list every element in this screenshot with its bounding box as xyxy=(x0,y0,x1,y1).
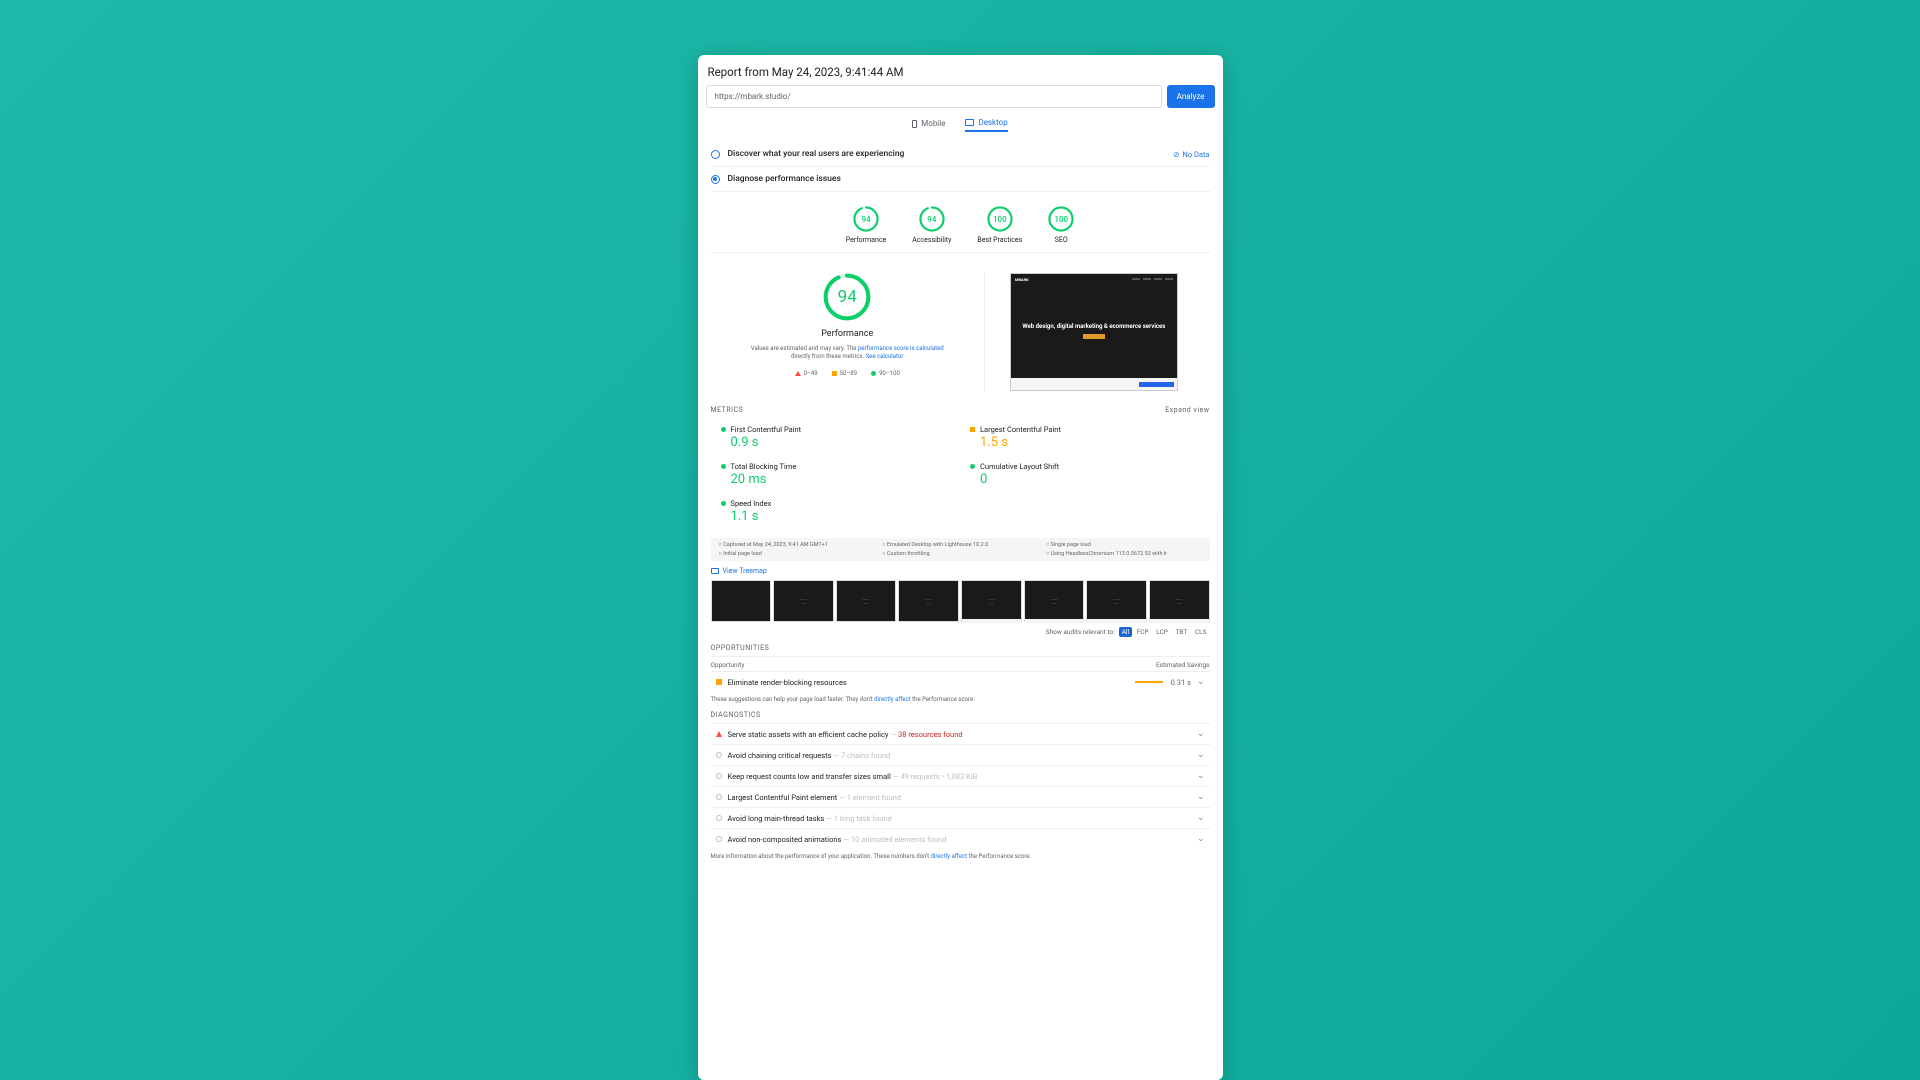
chevron-down-icon: ⌄ xyxy=(1197,677,1205,687)
gauge-seo[interactable]: 100SEO xyxy=(1048,206,1074,244)
filmstrip-frame[interactable]: ————— xyxy=(1024,580,1085,622)
metric-speed-index: Speed Index1.1 s xyxy=(711,493,961,530)
diagnostic-row[interactable]: Avoid chaining critical requests — 7 cha… xyxy=(711,744,1210,765)
metric-largest-contentful-paint: Largest Contentful Paint1.5 s xyxy=(960,419,1210,456)
discover-section[interactable]: Discover what your real users are experi… xyxy=(711,142,1210,167)
device-tabs: Mobile Desktop xyxy=(706,118,1215,132)
chevron-down-icon: ⌄ xyxy=(1197,729,1205,739)
status-icon xyxy=(716,815,722,821)
env-item: Using HeadlessChromium 113.0.5672.92 wit… xyxy=(1046,551,1202,557)
environment-info: Captured at May 24, 2023, 9:41 AM GMT+1 E… xyxy=(711,538,1210,561)
diagnostic-row[interactable]: Serve static assets with an efficient ca… xyxy=(711,723,1210,744)
filmstrip-frame[interactable]: ————— xyxy=(961,580,1022,622)
filmstrip-frame[interactable]: ————— xyxy=(898,580,959,622)
treemap-icon xyxy=(711,568,719,574)
report-card: Report from May 24, 2023, 9:41:44 AM Ana… xyxy=(698,55,1223,1080)
chevron-down-icon: ⌄ xyxy=(1197,750,1205,760)
env-item: Custom throttling xyxy=(882,551,1038,557)
status-icon xyxy=(716,794,722,800)
status-icon xyxy=(716,731,722,737)
metrics-grid: First Contentful Paint0.9 sLargest Conte… xyxy=(711,419,1210,530)
env-item: Initial page load xyxy=(719,551,875,557)
diagnostic-row[interactable]: Avoid non-composited animations — 10 ani… xyxy=(711,828,1210,849)
filmstrip-frame[interactable]: ————— xyxy=(773,580,834,622)
filmstrip-frame[interactable] xyxy=(711,580,772,622)
status-icon xyxy=(716,679,722,685)
metric-total-blocking-time: Total Blocking Time20 ms xyxy=(711,456,961,493)
filmstrip-frame[interactable]: ————— xyxy=(1086,580,1147,622)
chevron-down-icon: ⌄ xyxy=(1197,792,1205,802)
gauge-best-practices[interactable]: 100Best Practices xyxy=(977,206,1022,244)
legend-pass: 90–100 xyxy=(871,370,900,377)
page-screenshot: MBARK Web design, digital marketing & ec… xyxy=(1010,273,1210,391)
diagnostics-note: More information about the performance o… xyxy=(711,853,1210,860)
disclaimer: Values are estimated and may vary. The p… xyxy=(747,345,947,362)
desktop-icon xyxy=(965,119,974,126)
chevron-down-icon: ⌄ xyxy=(1197,813,1205,823)
diagnostic-row[interactable]: Largest Contentful Paint element — 1 ele… xyxy=(711,786,1210,807)
env-item: Emulated Desktop with Lighthouse 10.2.0 xyxy=(882,542,1038,548)
score-legend: 0–49 50–89 90–100 xyxy=(795,370,900,377)
filmstrip-frame[interactable]: ————— xyxy=(836,580,897,622)
env-item: Captured at May 24, 2023, 9:41 AM GMT+1 xyxy=(719,542,875,548)
radio-selected-icon xyxy=(711,175,720,184)
filter-chip-lcp[interactable]: LCP xyxy=(1153,627,1171,637)
tab-mobile[interactable]: Mobile xyxy=(912,118,945,132)
status-icon xyxy=(716,836,722,842)
legend-fail: 0–49 xyxy=(795,370,818,377)
performance-detail: 94 Performance Values are estimated and … xyxy=(711,273,1210,391)
performance-gauge-large: 94 xyxy=(823,273,871,321)
legend-avg: 50–89 xyxy=(832,370,857,377)
opportunities-note: These suggestions can help your page loa… xyxy=(711,696,1210,703)
gauge-accessibility[interactable]: 94Accessibility xyxy=(912,206,951,244)
radio-unselected-icon xyxy=(711,150,720,159)
expand-view-link[interactable]: Expand view xyxy=(1165,406,1209,414)
filter-chip-fcp[interactable]: FCP xyxy=(1134,627,1152,637)
diagnostics-heading: DIAGNOSTICS xyxy=(711,711,1210,719)
filmstrip: ——————————————————————————————————— xyxy=(711,580,1210,622)
filter-chip-tbt[interactable]: TBT xyxy=(1173,627,1191,637)
mobile-icon xyxy=(912,120,917,128)
env-item: Single page load xyxy=(1046,542,1202,548)
analyze-button[interactable]: Analyze xyxy=(1167,85,1215,108)
status-icon xyxy=(716,773,722,779)
chevron-down-icon: ⌄ xyxy=(1197,771,1205,781)
view-treemap-link[interactable]: View Treemap xyxy=(711,567,1210,575)
score-calc-link[interactable]: performance score is calculated xyxy=(858,345,944,352)
diagnostic-row[interactable]: Avoid long main-thread tasks — 1 long ta… xyxy=(711,807,1210,828)
no-data-link[interactable]: ⊘ No Data xyxy=(1173,150,1209,159)
performance-label: Performance xyxy=(821,329,873,339)
metric-first-contentful-paint: First Contentful Paint0.9 s xyxy=(711,419,961,456)
tab-desktop[interactable]: Desktop xyxy=(965,118,1007,132)
audit-filter: Show audits relevant to: All FCP LCP TBT… xyxy=(711,628,1210,636)
report-title: Report from May 24, 2023, 9:41:44 AM xyxy=(708,65,1215,79)
diagnose-section[interactable]: Diagnose performance issues xyxy=(711,167,1210,192)
filter-chip-cls[interactable]: CLS xyxy=(1192,627,1210,637)
opportunities-heading: OPPORTUNITIES xyxy=(711,644,1210,652)
chevron-down-icon: ⌄ xyxy=(1197,834,1205,844)
url-input[interactable] xyxy=(706,85,1162,108)
metrics-heading: METRICS xyxy=(711,406,744,414)
status-icon xyxy=(716,752,722,758)
gauge-performance[interactable]: 94Performance xyxy=(846,206,887,244)
metric-cumulative-layout-shift: Cumulative Layout Shift0 xyxy=(960,456,1210,493)
diagnostic-row[interactable]: Keep request counts low and transfer siz… xyxy=(711,765,1210,786)
opportunity-row[interactable]: Eliminate render-blocking resources0.31 … xyxy=(711,671,1210,692)
filmstrip-frame[interactable]: ————— xyxy=(1149,580,1210,622)
score-gauges: 94Performance 94Accessibility 100Best Prac… xyxy=(711,192,1210,253)
calculator-link[interactable]: See calculator xyxy=(866,353,904,360)
filter-chip-all[interactable]: All xyxy=(1119,627,1132,637)
